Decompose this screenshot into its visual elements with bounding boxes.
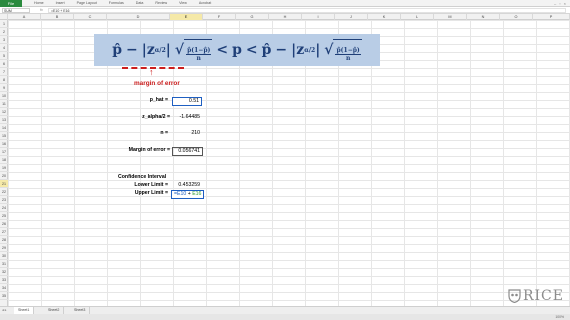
row-header-33[interactable]: 33: [0, 276, 8, 284]
cell-d16-label[interactable]: Margin of error =: [108, 147, 170, 154]
row-header-26[interactable]: 26: [0, 220, 8, 228]
row-header-17[interactable]: 17: [0, 148, 8, 156]
row-header-18[interactable]: 18: [0, 156, 8, 164]
row-header-24[interactable]: 24: [0, 204, 8, 212]
formula-minus-2: −: [275, 42, 288, 58]
row-header-20[interactable]: 20: [0, 172, 8, 180]
row-header-16[interactable]: 16: [0, 140, 8, 148]
cell-d21-label[interactable]: Upper Limit =: [110, 190, 168, 197]
confidence-interval-formula: p̂ − |z α/2 | √ p̂(1−p̂) n < p < p̂ − |z α/2 |…: [94, 34, 380, 66]
rice-logo: RICE: [508, 288, 564, 304]
formula-p: p: [232, 42, 242, 58]
sheet-tab-bar: ◂ ▸ Sheet1 Sheet2 Sheet3: [0, 306, 570, 314]
tab-insert[interactable]: Insert: [50, 0, 71, 7]
formula-less-than: <: [216, 42, 229, 58]
cell-d19-heading[interactable]: Confidence Interval: [118, 174, 166, 181]
row-header-7[interactable]: 7: [0, 68, 8, 76]
row-header-5[interactable]: 5: [0, 52, 8, 60]
row-header-1[interactable]: 1: [0, 20, 8, 28]
row-header-21[interactable]: 21: [0, 180, 8, 188]
zoom-level[interactable]: 100%: [555, 314, 564, 320]
row-header-9[interactable]: 9: [0, 84, 8, 92]
formula-sqrt-2: √ p̂(1−p̂) n: [324, 38, 362, 62]
formula-p-hat-2: p̂: [261, 42, 272, 58]
formula-minus: −: [126, 42, 138, 58]
row-header-23[interactable]: 23: [0, 196, 8, 204]
row-header-29[interactable]: 29: [0, 244, 8, 252]
cell-e16-value[interactable]: 0.056741: [172, 147, 203, 156]
cell-d14-label[interactable]: n =: [110, 130, 168, 137]
row-header-28[interactable]: 28: [0, 236, 8, 244]
tab-formulas[interactable]: Formulas: [103, 0, 130, 7]
row-header-15[interactable]: 15: [0, 132, 8, 140]
cell-e10-value[interactable]: 0.51: [172, 97, 202, 106]
row-header-8[interactable]: 8: [0, 76, 8, 84]
sheet-tab-1[interactable]: Sheet1: [14, 307, 35, 314]
formula-z-critical: |z α/2 |: [141, 42, 171, 58]
row-header-11[interactable]: 11: [0, 100, 8, 108]
formula-p-hat: p̂: [112, 42, 123, 58]
up-arrow-icon: ↑: [149, 67, 154, 77]
row-header-35[interactable]: 35: [0, 292, 8, 300]
cell-e12-value[interactable]: -1.64485: [170, 114, 200, 121]
formula-input[interactable]: =E10 + E16: [48, 8, 566, 13]
sheet-tab-3[interactable]: Sheet3: [70, 307, 91, 314]
rice-wordmark: RICE: [522, 288, 564, 304]
row-header-4[interactable]: 4: [0, 44, 8, 52]
row-header-30[interactable]: 30: [0, 252, 8, 260]
minimize-icon[interactable]: –: [554, 1, 556, 6]
ref-e10: =E10: [174, 191, 187, 197]
cell-e20-value[interactable]: 0.453259: [170, 182, 200, 189]
name-box[interactable]: SUM: [2, 8, 30, 13]
file-tab[interactable]: File: [0, 0, 22, 7]
row-header-25[interactable]: 25: [0, 212, 8, 220]
close-icon[interactable]: ×: [564, 1, 566, 6]
row-header-10[interactable]: 10: [0, 92, 8, 100]
formula-bar: SUM fx =E10 + E16: [0, 7, 570, 14]
ref-e16: E16: [192, 191, 202, 197]
status-bar: 100%: [0, 314, 570, 320]
sheet-nav-arrows-icon[interactable]: ◂ ▸: [2, 308, 7, 312]
row-header-22[interactable]: 22: [0, 188, 8, 196]
cell-d12-label[interactable]: z_alpha/2 =: [110, 114, 170, 121]
formula-z-critical-2: |z α/2 |: [291, 42, 321, 58]
row-header-3[interactable]: 3: [0, 36, 8, 44]
cell-d20-label[interactable]: Lower Limit =: [110, 182, 168, 189]
restore-icon[interactable]: ▫: [559, 1, 560, 6]
owl-shield-icon: [508, 289, 521, 303]
row-header-31[interactable]: 31: [0, 260, 8, 268]
tab-home[interactable]: Home: [28, 0, 50, 7]
tab-acrobat[interactable]: Acrobat: [193, 0, 217, 7]
menu-tabs: Home Insert Page Layout Formulas Data Re…: [28, 0, 217, 7]
row-header-19[interactable]: 19: [0, 164, 8, 172]
formula-sqrt: √ p̂(1−p̂) n: [175, 38, 213, 62]
row-header-13[interactable]: 13: [0, 116, 8, 124]
tab-review[interactable]: Review: [149, 0, 173, 7]
tab-data[interactable]: Data: [130, 0, 150, 7]
row-header-34[interactable]: 34: [0, 284, 8, 292]
cell-e21-editing[interactable]: =E10 + E16: [171, 190, 204, 199]
ribbon-tabs: File Home Insert Page Layout Formulas Da…: [0, 0, 570, 7]
tab-view[interactable]: View: [173, 0, 193, 7]
tab-page-layout[interactable]: Page Layout: [71, 0, 103, 7]
row-header-32[interactable]: 32: [0, 268, 8, 276]
margin-of-error-annotation: margin of error: [134, 80, 180, 87]
row-header-27[interactable]: 27: [0, 228, 8, 236]
sheet-tab-2[interactable]: Sheet2: [44, 307, 65, 314]
cell-e14-value[interactable]: 210: [170, 130, 200, 137]
cell-d10-label[interactable]: p_hat =: [110, 97, 168, 104]
row-header-14[interactable]: 14: [0, 124, 8, 132]
row-headers: 1 2 3 4 5 6 7 8 9 10 11 12 13 14 15 16 17 18 19 20 21 22 23 24 2…: [0, 20, 8, 306]
row-header-2[interactable]: 2: [0, 28, 8, 36]
row-header-6[interactable]: 6: [0, 60, 8, 68]
row-header-12[interactable]: 12: [0, 108, 8, 116]
formula-less-than-2: <: [245, 42, 258, 58]
fx-icon[interactable]: fx: [40, 7, 43, 14]
window-controls: – ▫ ×: [554, 0, 566, 7]
